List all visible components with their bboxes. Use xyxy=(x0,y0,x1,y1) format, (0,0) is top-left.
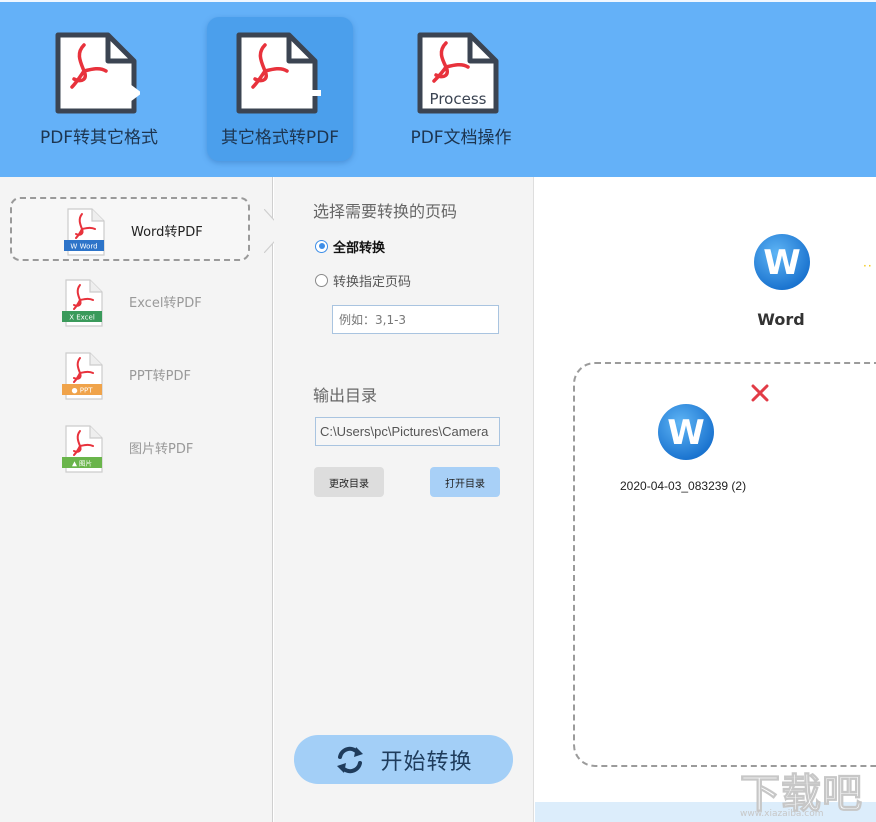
format-label: PPT转PDF xyxy=(129,369,191,384)
tab-label: PDF文档操作 xyxy=(410,128,512,148)
progress-dots: ·· xyxy=(863,259,873,273)
format-list-panel: W Word Word转PDF X Excel Excel转PDF ● PPT … xyxy=(0,177,273,822)
image-file-icon: ▲ 图片 xyxy=(62,425,103,473)
file-name-label: 2020-04-03_083239 (2) xyxy=(620,479,747,493)
pdf-process-icon: Process xyxy=(417,32,499,114)
tab-label: PDF转其它格式 xyxy=(39,128,159,148)
format-item-word[interactable]: W Word Word转PDF xyxy=(10,197,250,261)
page-section-title: 选择需要转换的页码 xyxy=(313,202,458,221)
word-icon[interactable]: W xyxy=(657,403,715,461)
output-section-title: 输出目录 xyxy=(313,386,378,405)
pdf-import-icon xyxy=(236,32,321,114)
tab-label: 其它格式转PDF xyxy=(220,128,340,148)
output-dir-field[interactable]: C:\Users\pc\Pictures\Camera xyxy=(315,417,500,446)
radio-convert-all-label: 全部转换 xyxy=(333,240,386,256)
change-dir-button[interactable]: 更改目录 xyxy=(314,467,384,497)
start-convert-button[interactable]: 开始转换 xyxy=(294,735,513,784)
start-convert-label: 开始转换 xyxy=(380,749,473,775)
word-icon-letter: W xyxy=(763,243,801,283)
file-drop-zone[interactable] xyxy=(573,362,876,767)
tab-pdf-to-other[interactable]: PDF转其它格式 xyxy=(26,17,172,161)
radio-convert-specific[interactable]: 转换指定页码 xyxy=(315,270,411,290)
close-icon[interactable] xyxy=(749,382,771,404)
word-file-icon: W Word xyxy=(64,208,105,256)
format-item-excel[interactable]: X Excel Excel转PDF xyxy=(10,270,250,334)
word-icon-letter: W xyxy=(667,413,705,453)
output-dir-value: C:\Users\pc\Pictures\Camera xyxy=(320,424,489,439)
word-icon: W xyxy=(754,234,810,290)
format-label: Word转PDF xyxy=(131,225,203,240)
watermark-url: www.xiazaiba.com xyxy=(740,809,824,819)
top-border-line xyxy=(0,0,876,2)
format-label: Excel转PDF xyxy=(129,296,202,311)
process-icon-text: Process xyxy=(430,90,487,108)
word-badge-text: W Word xyxy=(70,243,97,251)
target-format-label: Word xyxy=(757,310,805,329)
radio-checked-icon[interactable] xyxy=(315,239,328,253)
top-toolbar: PDF转其它格式 其它格式转PDF Process PDF文档操作 xyxy=(0,0,876,177)
image-badge-text: ▲ 图片 xyxy=(72,459,92,468)
preview-panel: W Word ·· W 2020-04-03_083239 (2) 下载吧 ww… xyxy=(535,177,876,822)
format-item-image[interactable]: ▲ 图片 图片转PDF xyxy=(10,416,250,480)
radio-convert-specific-label: 转换指定页码 xyxy=(333,274,412,290)
page-range-input[interactable] xyxy=(332,305,499,334)
open-dir-button[interactable]: 打开目录 xyxy=(430,467,500,497)
excel-badge-text: X Excel xyxy=(69,314,95,322)
format-label: 图片转PDF xyxy=(129,442,194,457)
radio-convert-all[interactable]: 全部转换 xyxy=(315,236,385,256)
pdf-export-icon xyxy=(55,32,140,114)
tab-other-to-pdf[interactable]: 其它格式转PDF xyxy=(207,17,353,161)
ppt-file-icon: ● PPT xyxy=(62,352,103,400)
tab-pdf-operations[interactable]: Process PDF文档操作 xyxy=(388,17,534,161)
radio-unchecked-icon[interactable] xyxy=(315,273,328,287)
sync-icon xyxy=(337,746,364,773)
ppt-badge-text: ● PPT xyxy=(71,387,93,395)
format-item-ppt[interactable]: ● PPT PPT转PDF xyxy=(10,343,250,407)
excel-file-icon: X Excel xyxy=(62,279,103,327)
settings-panel: 选择需要转换的页码 全部转换 转换指定页码 输出目录 C:\Users\pc\P… xyxy=(274,177,534,822)
